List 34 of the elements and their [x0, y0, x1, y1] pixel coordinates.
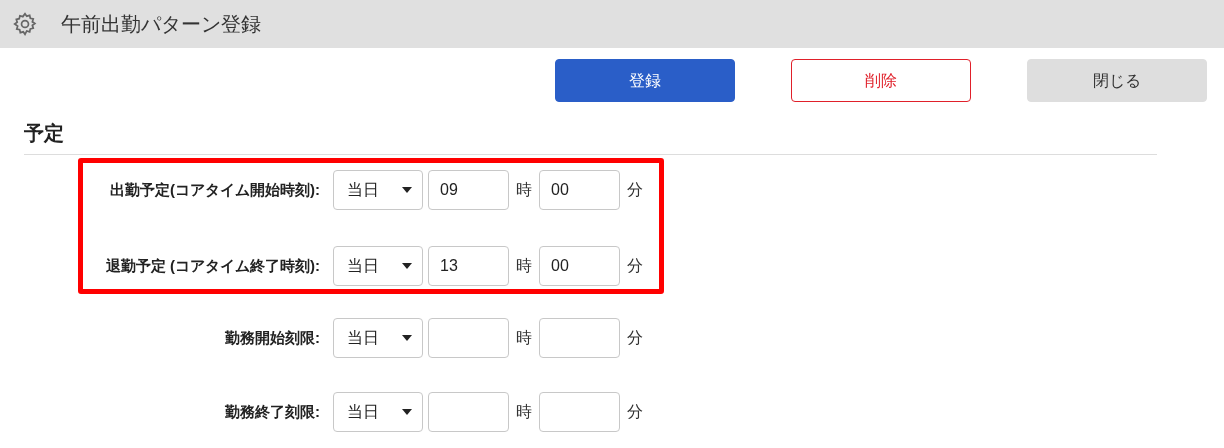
hour-field[interactable] — [428, 318, 509, 358]
action-button[interactable]: 登録 — [555, 59, 735, 102]
window-title: 午前出勤パターン登録 — [61, 12, 261, 37]
dropdown-caret-icon — [402, 263, 412, 269]
settings-icon[interactable] — [12, 11, 38, 37]
hour-unit: 時 — [516, 256, 532, 276]
day-select[interactable]: 当日 — [333, 392, 423, 432]
field-label: 勤務開始刻限: — [224, 327, 321, 348]
action-button[interactable]: 削除 — [791, 59, 971, 102]
dropdown-caret-icon — [402, 335, 412, 341]
field-label: 退勤予定 (コアタイム終了時刻): — [104, 255, 321, 276]
minute-field[interactable]: 00 — [539, 246, 620, 286]
hour-field[interactable] — [428, 392, 509, 432]
minute-field[interactable] — [539, 318, 620, 358]
minute-field[interactable] — [539, 392, 620, 432]
field-label: 出勤予定(コアタイム開始時刻): — [109, 179, 321, 200]
section-heading: 予定 — [24, 122, 64, 144]
minute-unit: 分 — [627, 256, 643, 276]
minute-unit: 分 — [627, 402, 643, 422]
minute-field[interactable]: 00 — [539, 170, 620, 210]
dropdown-caret-icon — [402, 409, 412, 415]
day-select[interactable]: 当日 — [333, 170, 423, 210]
hour-unit: 時 — [516, 402, 532, 422]
field-label: 勤務終了刻限: — [224, 401, 321, 422]
hour-unit: 時 — [516, 180, 532, 200]
dropdown-caret-icon — [402, 187, 412, 193]
action-button[interactable]: 閉じる — [1027, 59, 1207, 102]
day-select[interactable]: 当日 — [333, 318, 423, 358]
hour-unit: 時 — [516, 328, 532, 348]
minute-unit: 分 — [627, 328, 643, 348]
hour-field[interactable]: 09 — [428, 170, 509, 210]
hour-field[interactable]: 13 — [428, 246, 509, 286]
day-select[interactable]: 当日 — [333, 246, 423, 286]
minute-unit: 分 — [627, 180, 643, 200]
